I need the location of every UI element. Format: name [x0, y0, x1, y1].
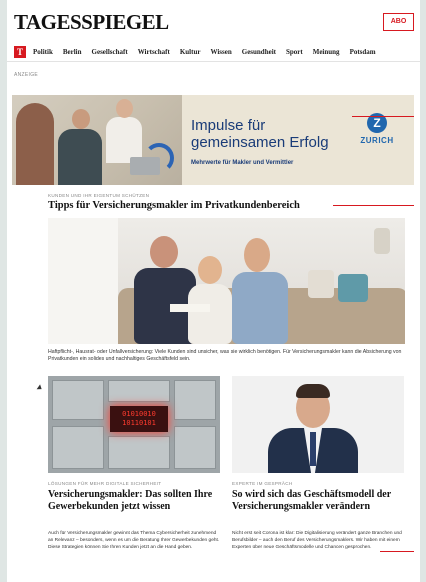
- zurich-name: ZURICH: [360, 136, 394, 145]
- main-article-image[interactable]: [48, 218, 405, 344]
- site-header: TAGESSPIEGEL ABO: [7, 0, 420, 42]
- nav-item-potsdam[interactable]: Potsdam: [350, 48, 376, 56]
- locker-door: [108, 436, 170, 469]
- zurich-ad-banner[interactable]: Impulse für gemeinsamen Erfolg Mehrwerte…: [12, 95, 414, 185]
- locker-door: [174, 426, 216, 469]
- nav-item-kultur[interactable]: Kultur: [180, 48, 201, 56]
- hero-pillow-blue: [338, 274, 368, 302]
- main-article-caption: Haftpflicht-, Hausrat- oder Unfallversic…: [48, 349, 402, 362]
- card-right-kicker: EXPERTE IM GESPRÄCH: [232, 481, 293, 486]
- zurich-logo: Z ZURICH: [348, 113, 406, 155]
- nav-item-wirtschaft[interactable]: Wirtschaft: [138, 48, 170, 56]
- hero-book: [170, 304, 210, 312]
- locker-door: [174, 380, 216, 420]
- banner-person-center-head: [72, 109, 90, 129]
- card-left-title[interactable]: Versicherungsmakler: Das sollten Ihre Ge…: [48, 489, 220, 513]
- card-image-cybersecurity[interactable]: 01010010 10110101: [48, 376, 220, 473]
- nav-item-berlin[interactable]: Berlin: [63, 48, 82, 56]
- card-left-text: Auch für Versicherungsmakler gewinnt das…: [48, 531, 220, 550]
- nav-item-wissen[interactable]: Wissen: [210, 48, 231, 56]
- card-right-title[interactable]: So wird sich das Geschäftsmodell der Ver…: [232, 489, 404, 513]
- annotation-line-banner: [352, 116, 414, 117]
- hero-window: [48, 218, 118, 344]
- nav-item-politik[interactable]: Politik: [33, 48, 53, 56]
- annotation-line-card: [380, 551, 414, 552]
- card-right-text: Nicht erst seit Corona ist klar: Die Dig…: [232, 531, 402, 550]
- card-left-kicker: LÖSUNGEN FÜR MEHR DIGITALE SICHERHEIT: [48, 481, 162, 486]
- hero-mother-body: [232, 272, 288, 344]
- banner-person-left: [16, 103, 54, 185]
- banner-headline-line2: gemeinsamen Erfolg: [191, 134, 329, 151]
- hero-father-head: [150, 236, 178, 268]
- expert-hair: [296, 384, 330, 398]
- main-navigation: T Politik Berlin Gesellschaft Wirtschaft…: [7, 42, 420, 62]
- zurich-arc-graphic: [144, 143, 174, 173]
- banner-person-right-head: [116, 99, 133, 118]
- site-logo[interactable]: TAGESSPIEGEL: [14, 10, 169, 35]
- hero-child-head: [198, 256, 222, 284]
- nav-item-gesundheit[interactable]: Gesundheit: [242, 48, 276, 56]
- locker-door: [52, 380, 104, 420]
- locker-door: [52, 426, 104, 469]
- ad-label: ANZEIGE: [14, 72, 39, 78]
- page-frame-right: [420, 0, 426, 582]
- banner-headline-line1: Impulse für: [191, 117, 266, 134]
- mouse-cursor-icon: [36, 384, 44, 392]
- binary-code-display: 01010010 10110101: [110, 406, 168, 432]
- banner-text: Impulse für gemeinsamen Erfolg Mehrwerte…: [191, 117, 329, 166]
- banner-subline: Mehrwerte für Makler und Vermittler: [191, 160, 294, 166]
- locker-door: [108, 380, 170, 402]
- tagesspiegel-t-icon[interactable]: T: [14, 45, 26, 58]
- page-frame-left: [0, 0, 7, 582]
- nav-item-meinung[interactable]: Meinung: [313, 48, 340, 56]
- banner-person-center-body: [58, 129, 102, 185]
- hero-child-body: [188, 284, 232, 344]
- expert-tie: [310, 432, 316, 466]
- main-article-kicker: KUNDEN UND IHR EIGENTUM SCHÜTZEN: [48, 193, 150, 198]
- abo-button[interactable]: ABO: [383, 13, 414, 31]
- nav-item-gesellschaft[interactable]: Gesellschaft: [92, 48, 128, 56]
- main-article-title[interactable]: Tipps für Versicherungsmakler im Privatk…: [48, 200, 348, 211]
- nav-item-sport[interactable]: Sport: [286, 48, 303, 56]
- hero-pillow-light: [308, 270, 334, 298]
- card-image-expert[interactable]: [232, 376, 404, 473]
- hero-lamp: [374, 228, 390, 254]
- hero-mother-head: [244, 238, 270, 272]
